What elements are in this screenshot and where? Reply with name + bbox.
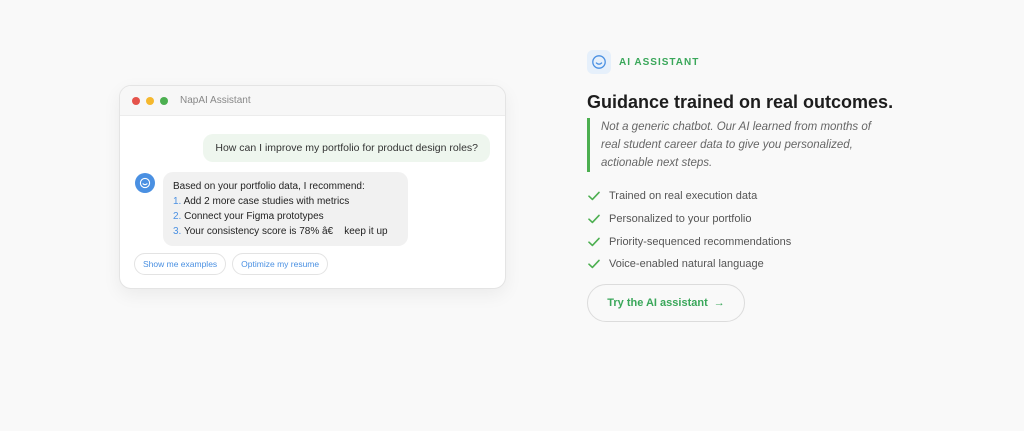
feature-item: Personalized to your portfolio xyxy=(588,208,791,231)
feature-label: Priority-sequenced recommendations xyxy=(609,235,792,248)
feature-label: Trained on real execution data xyxy=(609,190,758,203)
feature-label: Personalized to your portfolio xyxy=(609,213,752,226)
feature-item: Priority-sequenced recommendations xyxy=(588,230,791,253)
bot-message-bubble: Based on your portfolio data, I recommen… xyxy=(163,172,408,246)
suggestion-chips: Show me examples Optimize my resume xyxy=(134,253,329,275)
close-dot-icon xyxy=(132,96,140,105)
window-titlebar: NapAI Assistant xyxy=(120,86,505,116)
arrow-right-icon: → xyxy=(713,297,725,309)
feature-item: Voice-enabled natural language xyxy=(588,253,791,276)
try-ai-assistant-button[interactable]: Try the AI assistant → xyxy=(587,284,745,322)
bot-avatar xyxy=(135,173,155,193)
recommendation-text: Connect your Figma prototypes xyxy=(184,211,324,222)
cta-label: Try the AI assistant xyxy=(607,297,708,309)
recommendation-number: 2. xyxy=(173,211,182,222)
badge-label: AI ASSISTANT xyxy=(619,56,700,68)
chat-preview-window: NapAI Assistant How can I improve my por… xyxy=(119,85,506,289)
maximize-dot-icon xyxy=(160,96,168,105)
check-icon xyxy=(588,214,600,224)
feature-item: Trained on real execution data xyxy=(588,185,791,208)
recommendation-item: 1. Add 2 more case studies with metrics xyxy=(173,194,398,209)
recommendation-item: 2. Connect your Figma prototypes xyxy=(173,209,398,224)
recommendation-text: Add 2 more case studies with metrics xyxy=(183,196,350,207)
recommendation-number: 3. xyxy=(173,226,182,237)
section-headline: Guidance trained on real outcomes. xyxy=(587,92,894,112)
user-message-bubble: How can I improve my portfolio for produ… xyxy=(203,134,490,162)
window-title: NapAI Assistant xyxy=(180,95,251,106)
chip-optimize-resume[interactable]: Optimize my resume xyxy=(232,253,329,275)
recommendation-item: 3. Your consistency score is 78% â€ keep… xyxy=(173,224,398,239)
section-badge: AI ASSISTANT xyxy=(587,50,699,74)
bot-message-intro: Based on your portfolio data, I recommen… xyxy=(173,181,365,192)
minimize-dot-icon xyxy=(146,96,154,105)
section-description: Not a generic chatbot. Our AI learned fr… xyxy=(587,118,887,172)
smile-icon xyxy=(139,177,151,189)
check-icon xyxy=(588,191,600,201)
recommendation-text: Your consistency score is 78% â€ keep it… xyxy=(183,226,388,237)
smile-icon xyxy=(592,55,606,69)
chip-show-examples[interactable]: Show me examples xyxy=(134,253,227,275)
feature-label: Voice-enabled natural language xyxy=(609,258,764,271)
badge-icon-box xyxy=(587,50,611,74)
recommendation-number: 1. xyxy=(173,196,182,207)
feature-list: Trained on real execution data Personali… xyxy=(588,185,791,276)
check-icon xyxy=(588,237,600,246)
check-icon xyxy=(588,260,600,269)
